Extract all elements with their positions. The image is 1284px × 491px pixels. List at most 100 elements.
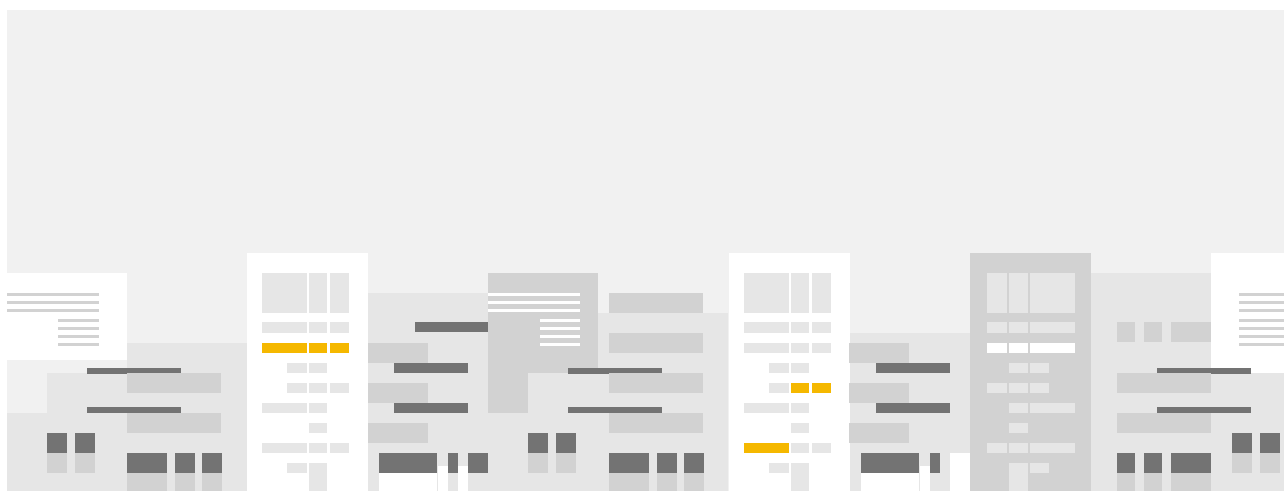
- panel: [1171, 322, 1211, 342]
- window: [127, 453, 167, 473]
- window: [262, 322, 307, 333]
- window: [175, 473, 195, 491]
- window-lit: [791, 383, 809, 393]
- panel: [849, 383, 909, 403]
- panel: [127, 413, 221, 433]
- window: [1009, 403, 1028, 413]
- window: [609, 453, 649, 473]
- window: [309, 363, 327, 373]
- stripe: [1239, 319, 1284, 322]
- window: [262, 443, 307, 453]
- building-tower: [7, 273, 127, 360]
- stripe: [1239, 293, 1284, 296]
- window: [379, 473, 437, 491]
- stripe: [540, 343, 580, 346]
- ledge: [876, 403, 950, 413]
- stripe: [58, 319, 99, 322]
- window: [684, 473, 704, 491]
- window: [920, 466, 930, 491]
- panel: [849, 343, 909, 363]
- window: [861, 473, 919, 491]
- door: [1009, 463, 1028, 491]
- window: [309, 273, 327, 313]
- window: [127, 473, 167, 491]
- window: [202, 453, 222, 473]
- stripe: [488, 301, 580, 304]
- ledge: [394, 363, 468, 373]
- window: [791, 273, 809, 313]
- window: [309, 383, 327, 393]
- window: [528, 433, 548, 453]
- window: [930, 453, 940, 473]
- window: [468, 453, 488, 473]
- window: [330, 383, 349, 393]
- window: [791, 343, 809, 353]
- window: [769, 363, 789, 373]
- window: [75, 433, 95, 453]
- stripe: [1239, 301, 1284, 304]
- window: [1030, 322, 1075, 333]
- window: [47, 433, 67, 453]
- stripe: [7, 293, 99, 296]
- panel: [127, 373, 221, 393]
- window: [1232, 433, 1252, 453]
- panel: [368, 423, 428, 443]
- window: [769, 383, 789, 393]
- window: [175, 453, 195, 473]
- window: [330, 443, 349, 453]
- window: [791, 363, 809, 373]
- window: [744, 403, 789, 413]
- stripe: [488, 309, 580, 312]
- window: [47, 453, 67, 473]
- window: [556, 453, 576, 473]
- window: [657, 453, 677, 473]
- window: [1117, 473, 1135, 491]
- stripe: [58, 327, 99, 330]
- city-skyline-illustration: [7, 10, 1284, 491]
- stripe: [1239, 335, 1284, 338]
- panel: [368, 383, 428, 403]
- window: [744, 322, 789, 333]
- panel: [1144, 322, 1162, 342]
- window: [812, 343, 831, 353]
- panel: [609, 373, 703, 393]
- window-lit: [744, 443, 789, 453]
- window-bright: [1009, 343, 1028, 353]
- stripe: [540, 327, 580, 330]
- window: [1171, 453, 1211, 473]
- window: [769, 463, 789, 473]
- window: [1030, 443, 1075, 453]
- building-tower: [1211, 253, 1284, 373]
- window: [287, 363, 307, 373]
- window: [330, 273, 349, 313]
- window: [1009, 423, 1028, 433]
- window-bright: [1030, 343, 1075, 353]
- window: [1030, 463, 1049, 473]
- stripe: [1239, 309, 1284, 312]
- window: [1144, 473, 1162, 491]
- ledge: [394, 403, 468, 413]
- panel: [609, 413, 703, 433]
- ledge: [415, 322, 488, 332]
- stripe: [488, 293, 580, 296]
- window: [987, 383, 1007, 393]
- window: [1144, 453, 1162, 473]
- window: [987, 443, 1007, 453]
- ledge: [876, 363, 950, 373]
- window: [309, 443, 327, 453]
- stripe: [58, 335, 99, 338]
- window-lit: [812, 383, 831, 393]
- stripe: [1239, 343, 1284, 346]
- window: [1009, 383, 1028, 393]
- window-lit: [330, 343, 349, 353]
- panel: [1117, 373, 1211, 393]
- window: [791, 423, 809, 433]
- window: [1009, 443, 1028, 453]
- window: [287, 383, 307, 393]
- window: [1030, 383, 1049, 393]
- window: [791, 443, 809, 453]
- stripe: [1239, 327, 1284, 330]
- window: [202, 473, 222, 491]
- window: [744, 343, 789, 353]
- window: [309, 403, 327, 413]
